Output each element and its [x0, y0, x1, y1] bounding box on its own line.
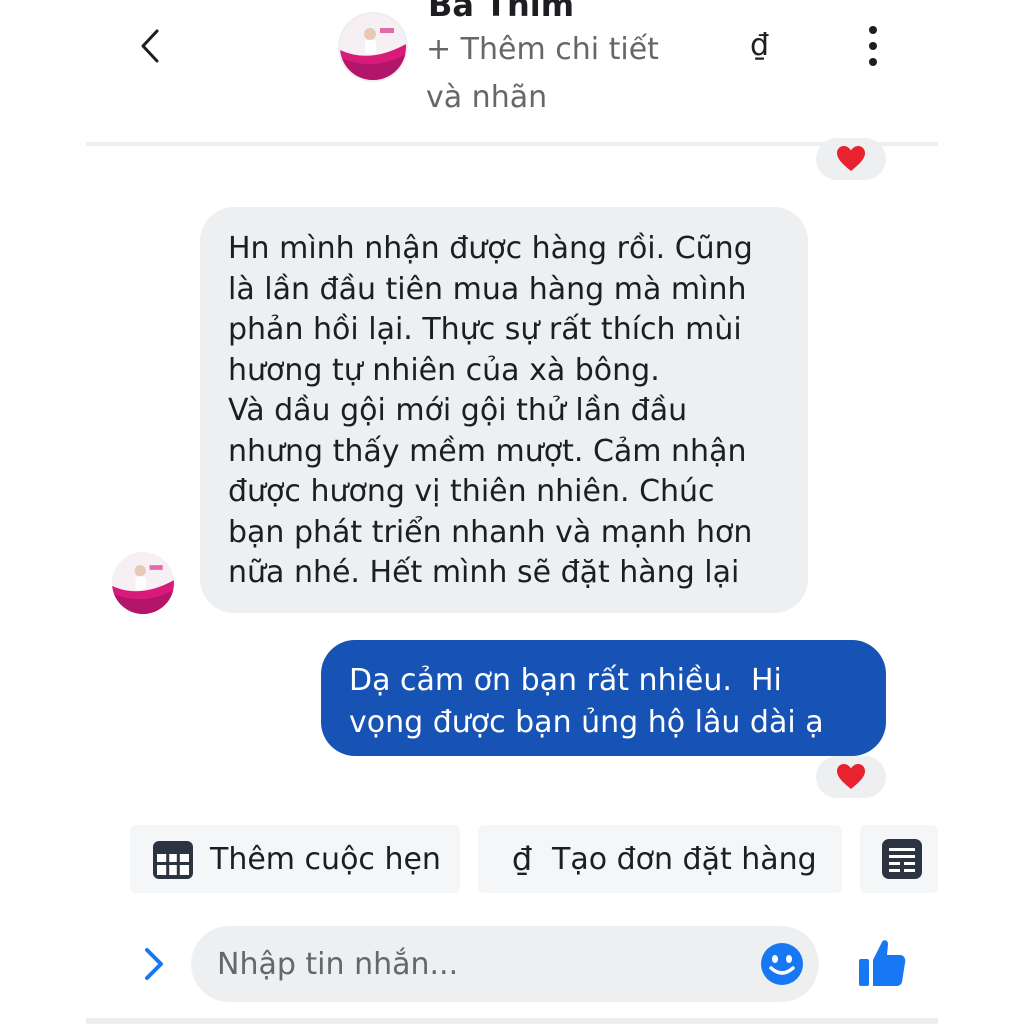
emoji-button[interactable]	[760, 942, 804, 986]
avatar-image	[112, 552, 174, 614]
currency-button[interactable]: ₫	[750, 28, 769, 63]
add-details-link[interactable]: + Thêm chi tiết và nhãn	[426, 26, 686, 122]
outgoing-message-bubble[interactable]: Dạ cảm ơn bạn rất nhiều. Hi vọng được bạ…	[321, 640, 886, 756]
heart-icon	[837, 146, 865, 171]
incoming-message-bubble[interactable]: Hn mình nhận được hàng rồi. Cũng là lần …	[200, 207, 808, 613]
document-list-button[interactable]	[860, 825, 938, 893]
like-button[interactable]	[858, 938, 906, 988]
create-order-button[interactable]: ₫ Tạo đơn đặt hàng	[478, 825, 842, 893]
add-appointment-button[interactable]: Thêm cuộc hẹn	[130, 825, 460, 893]
expand-actions-button[interactable]	[138, 944, 170, 984]
contact-avatar[interactable]	[340, 14, 406, 80]
dong-currency-icon: ₫	[511, 840, 533, 878]
dot	[869, 42, 877, 50]
smiley-icon	[761, 943, 803, 985]
calendar-icon	[153, 841, 193, 879]
bottom-divider	[86, 1018, 938, 1024]
chevron-left-icon	[141, 29, 159, 63]
more-options-icon[interactable]	[860, 26, 886, 66]
chip-label: Thêm cuộc hẹn	[210, 841, 441, 877]
contact-name: Bà Thím	[428, 0, 575, 24]
heart-reaction[interactable]	[816, 756, 886, 798]
chevron-right-icon	[145, 948, 163, 980]
heart-icon	[837, 764, 865, 789]
back-button[interactable]	[130, 24, 170, 68]
avatar-image	[340, 14, 406, 80]
chip-label: Tạo đơn đặt hàng	[552, 841, 817, 877]
header-divider	[86, 142, 938, 146]
message-input[interactable]	[191, 926, 819, 1002]
dot	[869, 26, 877, 34]
sender-avatar[interactable]	[112, 552, 174, 614]
thumbs-up-icon	[859, 940, 906, 986]
conversation-header: Bà Thím + Thêm chi tiết và nhãn ₫	[0, 0, 1024, 142]
dot	[869, 58, 877, 66]
heart-reaction[interactable]	[816, 138, 886, 180]
document-list-icon	[882, 839, 922, 879]
